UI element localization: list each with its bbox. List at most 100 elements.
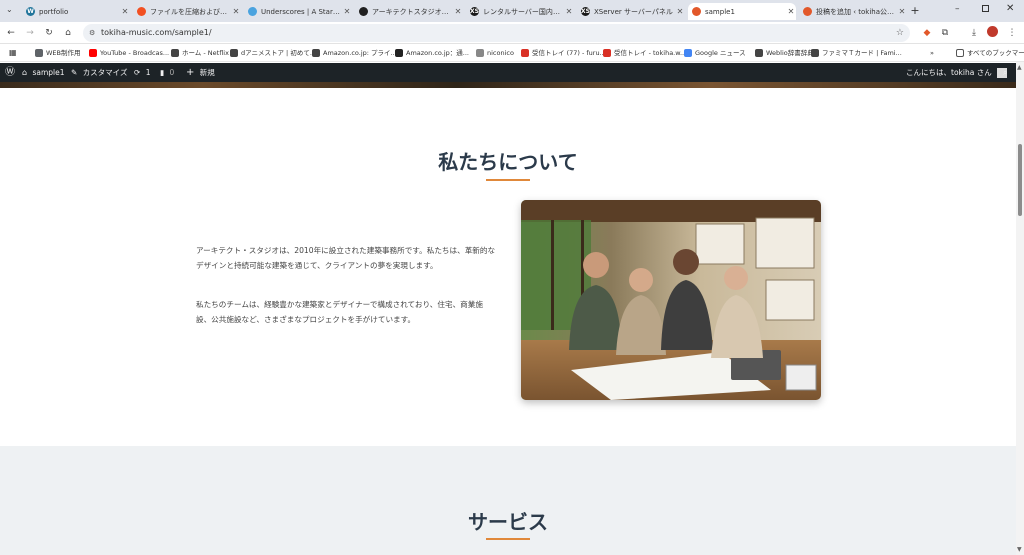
bookmark-favicon-icon [755,49,763,57]
browser-tab[interactable]: Wportfolio ✕ [22,3,130,20]
bookmark-label: Amazon.co.jp：通... [406,49,469,57]
tab-close-icon[interactable]: ✕ [453,7,463,16]
services-title-underline [486,538,530,540]
bookmark-label: Weblio辞書辞典 [766,49,814,57]
bookmark-item[interactable]: ファミマＴカード | Fami... [811,47,902,59]
tab-favicon-icon [803,7,812,16]
bookmark-item[interactable]: Amazon.co.jp: プライ... [312,47,397,59]
all-bookmarks-folder[interactable]: すべてのブックマーク [956,47,1024,59]
tab-favicon-icon: XS [581,7,590,16]
browser-tab[interactable]: Underscores | A Starter Th✕ [244,3,352,20]
browser-tab[interactable]: XS XServer サーバーパネル ✕ [577,3,685,20]
wordpress-logo-icon[interactable]: Ⓦ [5,63,15,82]
tab-favicon-icon: W [26,7,35,16]
new-content-link[interactable]: + 新規 [186,63,215,82]
about-paragraph-2: 私たちのチームは、経験豊かな建築家とデザイナーで構成されており、住宅、商業施設、… [196,300,483,324]
customize-link[interactable]: ✎ カスタマイズ [71,63,127,82]
forward-icon[interactable]: → [23,26,37,40]
home-icon: ⌂ [22,68,28,77]
bookmark-favicon-icon [89,49,97,57]
restore-icon[interactable] [982,5,989,12]
bookmark-label: Amazon.co.jp: プライ... [323,49,397,57]
bookmark-item[interactable]: niconico [476,47,514,59]
bookmark-label: niconico [487,49,514,57]
bookmark-favicon-icon [476,49,484,57]
bookmark-star-icon[interactable]: ☆ [896,24,904,42]
bookmark-item[interactable]: ホーム - Netflix [171,47,229,59]
back-icon[interactable]: ← [4,26,18,40]
bookmark-favicon-icon [811,49,819,57]
browser-tab[interactable]: アーキテクトスタジオのデザイン✕ [355,3,463,20]
folder-icon [956,49,964,57]
browser-tab[interactable]: 投稿を追加 ‹ tokiha公式サ ✕ [799,3,907,20]
bookmark-item[interactable]: 受信トレイ (77) - furu... [521,47,606,59]
home-icon[interactable]: ⌂ [61,26,75,40]
bookmark-label: 受信トレイ (77) - furu... [532,49,606,57]
comments-link[interactable]: ▮ 0 [160,63,174,82]
tab-close-icon[interactable]: ✕ [675,7,685,16]
menu-kebab-icon[interactable]: ⋮ [1005,26,1019,40]
tab-close-icon[interactable]: ✕ [342,7,352,16]
bookmark-label: ホーム - Netflix [182,49,229,57]
tab-title: sample1 [705,7,735,16]
bookmark-label: YouTube - Broadcas... [100,49,170,57]
updates-link[interactable]: ⟳ 1 [134,63,150,82]
bookmark-item[interactable]: Google ニュース [684,47,746,59]
about-paragraph-1: アーキテクト・スタジオは、2010年に設立された建築事務所です。私たちは、革新的… [196,246,496,270]
bookmark-favicon-icon [521,49,529,57]
tab-favicon-icon [359,7,368,16]
bookmark-item[interactable]: Weblio辞書辞典 [755,47,814,59]
extension-icon[interactable]: ◆ [920,26,934,40]
scroll-down-icon[interactable]: ▼ [1017,546,1022,553]
tab-close-icon[interactable]: ✕ [897,7,907,16]
bookmark-item[interactable]: WEB制作用 [35,47,81,59]
tab-search-icon[interactable]: ⌄ [6,5,13,14]
tab-title: レンタルサーバー国内シェアN [483,7,564,16]
bookmark-favicon-icon [395,49,403,57]
team-photo [521,200,821,400]
services-title: サービス [468,510,548,534]
apps-grid-icon[interactable]: ▦ [9,47,17,59]
bookmark-favicon-icon [35,49,43,57]
site-name-link[interactable]: ⌂ sample1 [22,63,65,82]
bookmark-label: Google ニュース [695,49,746,57]
bookmark-item[interactable]: Amazon.co.jp：通... [395,47,469,59]
download-icon[interactable]: ⤓ [967,26,981,40]
my-account-link[interactable]: こんにちは、tokiha さん [906,63,1008,82]
comment-icon: ▮ [160,68,165,77]
browser-tab[interactable]: ファイルを圧縮および展開する✕ [133,3,241,20]
tab-title: portfolio [39,7,69,16]
browser-tab[interactable]: sample1 ✕ [688,3,796,20]
tab-close-icon[interactable]: ✕ [564,7,574,16]
page-scrollbar[interactable]: ▲ ▼ [1016,62,1024,555]
wp-admin-bar: Ⓦ ⌂ sample1 ✎ カスタマイズ ⟳ 1 ▮ 0 + 新規 こんにちは、… [0,63,1024,82]
extensions-puzzle-icon[interactable]: ⧉ [938,26,952,40]
tab-close-icon[interactable]: ✕ [120,7,130,16]
tab-close-icon[interactable]: ✕ [786,7,796,16]
site-info-icon[interactable]: ⚙ [89,24,95,42]
close-window-icon[interactable]: ✕ [1006,3,1014,14]
bookmark-item[interactable]: YouTube - Broadcas... [89,47,169,59]
admin-search-icon[interactable]: ⌕ [1003,63,1007,82]
bookmarks-overflow-button[interactable]: » [930,47,934,59]
minimize-icon[interactable]: – [955,4,960,14]
tab-title: XServer サーバーパネル [594,7,673,16]
tab-favicon-icon [137,7,146,16]
tab-title: 投稿を追加 ‹ tokiha公式サ [816,7,897,16]
reload-icon[interactable]: ↻ [42,26,56,40]
scrollbar-thumb[interactable] [1018,144,1022,216]
plus-icon: + [186,67,195,78]
new-tab-button[interactable]: + [908,4,922,18]
profile-avatar[interactable] [985,26,999,40]
tab-favicon-icon [692,7,701,16]
bookmark-favicon-icon [230,49,238,57]
services-section: サービス [0,446,1016,555]
bookmark-item[interactable]: 受信トレイ - tokiha.w... [603,47,686,59]
tab-title: ファイルを圧縮および展開する [150,7,231,16]
address-bar[interactable]: ⚙ tokiha-music.com/sample1/ ☆ [83,24,910,42]
scroll-up-icon[interactable]: ▲ [1017,64,1022,71]
tab-close-icon[interactable]: ✕ [231,7,241,16]
bookmark-favicon-icon [684,49,692,57]
browser-tab[interactable]: XS レンタルサーバー国内シェアN✕ [466,3,574,20]
bookmark-item[interactable]: dアニメストア | 初めて... [230,47,316,59]
